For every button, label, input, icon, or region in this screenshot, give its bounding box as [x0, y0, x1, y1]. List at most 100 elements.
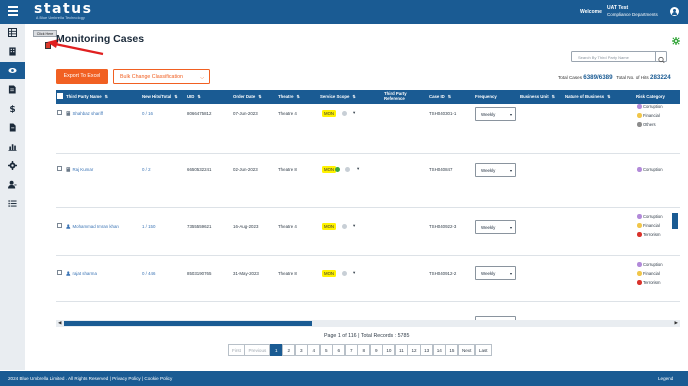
sidebar-item-reports[interactable]: [0, 138, 25, 155]
col-service-scope[interactable]: Service Scope ⇅: [320, 90, 356, 104]
hits-link[interactable]: 0 / 2: [142, 167, 151, 172]
row-checkbox[interactable]: [57, 270, 62, 275]
sidebar-item-dashboard[interactable]: [0, 24, 25, 41]
risk-terrorism: Terrorism: [637, 232, 660, 237]
table-header: Third Party Name ⇅ New Hits/Total ⇅ UID ⇅ O…: [56, 90, 680, 104]
theatre-cell: Theatre 4: [278, 111, 297, 116]
row-checkbox[interactable]: [57, 223, 62, 228]
col-case-id[interactable]: Case ID ⇅: [429, 90, 451, 104]
total-cases-label: Total Cases: [558, 75, 582, 80]
page-previous-button[interactable]: Previous: [244, 344, 271, 356]
page-button[interactable]: 8: [357, 344, 371, 356]
sidebar: $: [0, 24, 25, 370]
search-button[interactable]: [655, 52, 666, 64]
page-button[interactable]: 11: [394, 344, 408, 356]
page-button[interactable]: 9: [369, 344, 383, 356]
col-theatre[interactable]: Theatre ⇅: [278, 90, 300, 104]
building-icon: [66, 111, 71, 116]
page-title: Monitoring Cases: [56, 33, 145, 45]
third-party-name-link[interactable]: rajat sharma: [66, 271, 97, 276]
col-new-hits-total[interactable]: New Hits/Total ⇅: [142, 90, 178, 104]
service-scope-badge: MON: [322, 270, 337, 277]
third-party-name-link[interactable]: Shahbaz shariff: [66, 111, 103, 116]
page-first-button[interactable]: First: [228, 344, 245, 356]
svg-text:$: $: [9, 105, 15, 113]
footer: 2024 Blue Umbrella Limited . All Rights …: [0, 371, 688, 386]
page-button[interactable]: 4: [307, 344, 321, 356]
scroll-left-icon[interactable]: ◀: [58, 320, 61, 326]
bulk-select-label: Bulk Change Classification: [120, 74, 184, 80]
frequency-select[interactable]: Weekly ▾: [475, 220, 516, 234]
frequency-select[interactable]: Weekly ▾: [475, 107, 516, 121]
sidebar-item-tasks[interactable]: [0, 81, 25, 98]
col-business-unit[interactable]: Business Unit ⇅: [520, 90, 555, 104]
order-date-cell: 16-Aug-2023: [233, 224, 259, 229]
scope-dropdown-icon[interactable]: ▾: [357, 166, 359, 172]
menu-icon[interactable]: [8, 6, 18, 16]
settings-gear-icon[interactable]: [672, 37, 680, 45]
eye-icon: [8, 67, 17, 74]
table-row: Mohammad Imran khan 1 / 150 7355559621 1…: [56, 208, 680, 256]
third-party-name-link[interactable]: Raj Kumar: [66, 167, 93, 172]
scope-info-icon: [345, 167, 350, 172]
export-to-excel-button[interactable]: Export To Excel: [56, 69, 108, 84]
page-next-button[interactable]: Next: [457, 344, 476, 356]
col-order-date[interactable]: Order Date ⇅: [233, 90, 262, 104]
page-button[interactable]: 14: [432, 344, 446, 356]
page-button[interactable]: 3: [294, 344, 308, 356]
scroll-right-icon[interactable]: ▶: [675, 320, 678, 326]
page-button[interactable]: 2: [282, 344, 296, 356]
col-third-party-name[interactable]: Third Party Name ⇅: [66, 90, 108, 104]
pagination-info: Page 1 of 116 | Total Records : 5785: [324, 333, 410, 339]
col-uid[interactable]: UID ⇅: [187, 90, 201, 104]
page-button[interactable]: 6: [332, 344, 346, 356]
scope-dropdown-icon[interactable]: ▾: [353, 270, 355, 276]
page-button[interactable]: 10: [382, 344, 396, 356]
sidebar-item-billing[interactable]: $: [0, 100, 25, 117]
scope-dropdown-icon[interactable]: ▾: [353, 110, 355, 116]
page-button[interactable]: 13: [420, 344, 434, 356]
page-button[interactable]: 7: [344, 344, 358, 356]
page-last-button[interactable]: Last: [474, 344, 492, 356]
sidebar-item-settings[interactable]: [0, 157, 25, 174]
row-checkbox[interactable]: [57, 166, 62, 171]
case-id-cell: TSH040922-3: [429, 224, 457, 229]
select-all-checkbox[interactable]: [57, 93, 63, 99]
sidebar-item-organization[interactable]: [0, 43, 25, 60]
risk-financial: Financial: [637, 223, 660, 228]
scope-dropdown-icon[interactable]: ▾: [353, 223, 355, 229]
building-icon: [9, 47, 16, 56]
horizontal-scrollbar[interactable]: ◀ ▶: [56, 320, 680, 327]
sidebar-item-documents[interactable]: [0, 119, 25, 136]
hits-link[interactable]: 1 / 150: [142, 224, 155, 229]
frequency-select[interactable]: Weekly ▾: [475, 163, 516, 177]
hits-link[interactable]: 0 / 446: [142, 271, 155, 276]
page-button[interactable]: 15: [445, 344, 459, 356]
sidebar-item-monitoring[interactable]: [0, 62, 25, 79]
pagination: First Previous 1 2 3 4 5 6 7 8 9 10 11 1…: [228, 344, 492, 356]
page-button[interactable]: 1: [269, 344, 283, 356]
legend-link[interactable]: Legend: [658, 376, 673, 381]
case-id-cell: TSH040847: [429, 167, 453, 172]
frequency-select[interactable]: Weekly ▾: [475, 266, 516, 280]
person-icon: [66, 271, 71, 276]
third-party-name-link[interactable]: Mohammad Imran khan: [66, 224, 119, 229]
bulk-change-classification-select[interactable]: Bulk Change Classification ⌵: [113, 69, 210, 84]
col-third-party-reference[interactable]: Third Party Reference: [384, 90, 424, 104]
search-input[interactable]: Search By Third Party Name: [571, 51, 667, 64]
sidebar-item-list[interactable]: [0, 195, 25, 212]
page-button[interactable]: 12: [407, 344, 421, 356]
user-avatar-icon[interactable]: [670, 7, 679, 16]
col-frequency[interactable]: Frequency: [475, 90, 497, 104]
dollar-icon: $: [9, 105, 15, 113]
col-nature-of-business[interactable]: Nature of Business ⇅: [565, 90, 611, 104]
col-risk-category[interactable]: Risk Category: [636, 90, 665, 104]
page-button[interactable]: 5: [319, 344, 333, 356]
hits-link[interactable]: 0 / 16: [142, 111, 153, 116]
risk-others: Others: [637, 122, 656, 127]
sidebar-item-users[interactable]: [0, 176, 25, 193]
horizontal-scrollbar-thumb[interactable]: [64, 321, 312, 326]
row-checkbox[interactable]: [57, 110, 62, 115]
vertical-scrollbar-thumb[interactable]: [672, 213, 678, 229]
app-logo[interactable]: status: [34, 1, 92, 17]
